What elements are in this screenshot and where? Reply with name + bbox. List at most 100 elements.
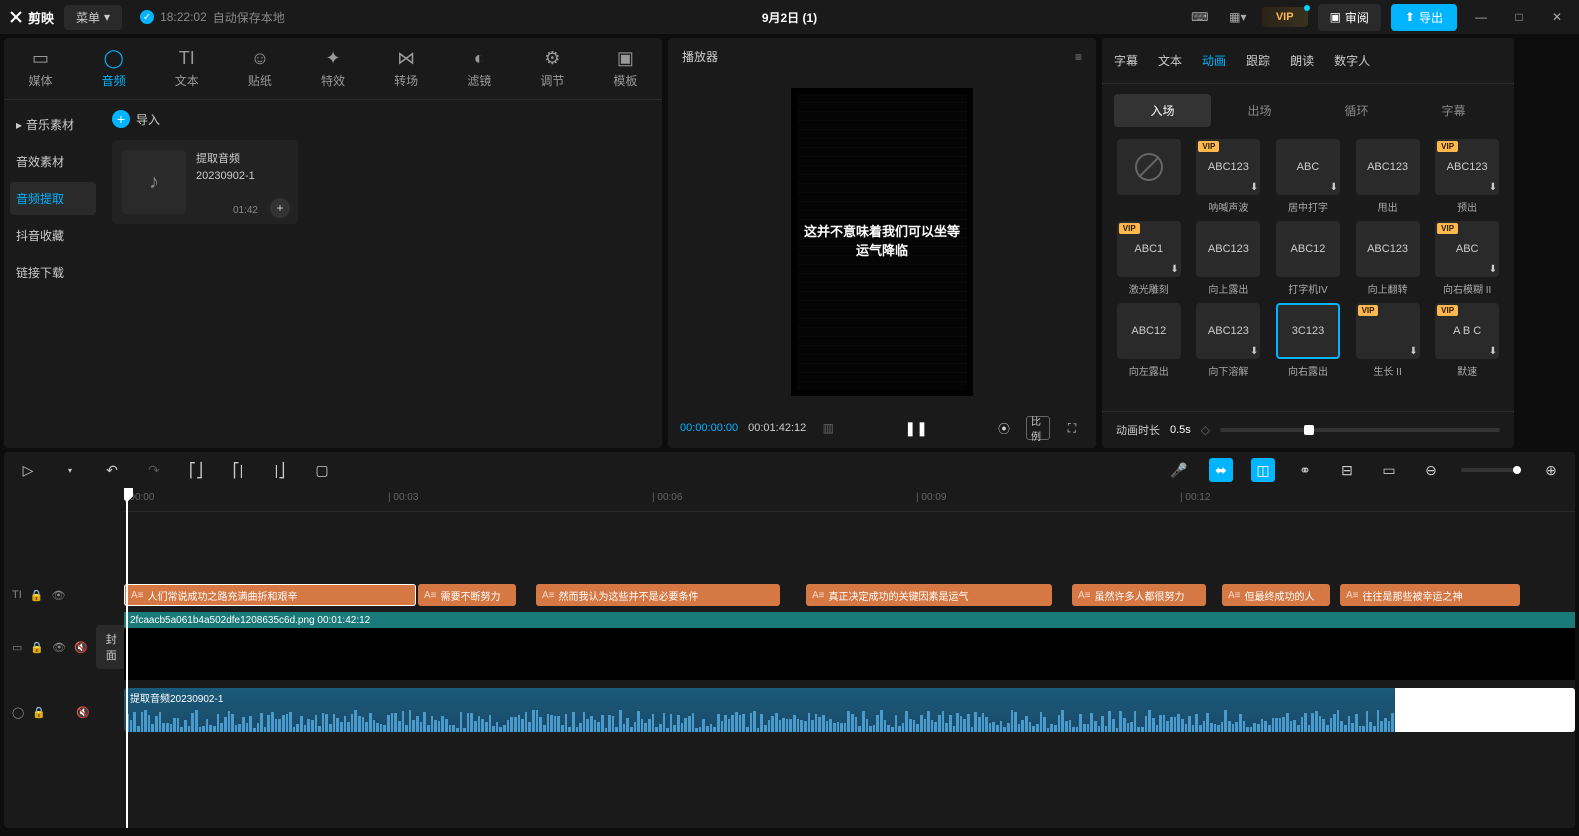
inspector-tab-3[interactable]: 跟踪 xyxy=(1246,46,1270,75)
top-tab-8[interactable]: ▣模板 xyxy=(589,44,662,93)
preview-icon[interactable]: ▭ xyxy=(1377,458,1401,482)
text-track[interactable]: A≡人们常说成功之路充满曲折和艰辛A≡需要不断努力 A≡然而我认为这些并不是必要条… xyxy=(124,580,1575,610)
text-clip[interactable]: A≡真正决定成功的关键因素是运气 xyxy=(806,584,1052,606)
lock-icon[interactable]: 🔒 xyxy=(30,641,44,654)
top-tab-3[interactable]: ☺贴纸 xyxy=(223,44,296,93)
top-tab-0[interactable]: ▭媒体 xyxy=(4,44,77,93)
anim-subtab-3[interactable]: 字幕 xyxy=(1405,94,1502,127)
mute-icon[interactable]: 🔇 xyxy=(76,706,90,719)
delete-tool[interactable]: ▢ xyxy=(310,458,334,482)
layout-icon[interactable]: ▦▾ xyxy=(1224,6,1252,28)
player-viewport[interactable]: 这并不意味着我们可以坐等运气降临 xyxy=(668,75,1096,408)
sidebar-item-4[interactable]: 链接下载 xyxy=(10,256,96,289)
zoom-fit-icon[interactable]: ⊕ xyxy=(1539,458,1563,482)
snapshot-icon[interactable]: ⦿ xyxy=(992,416,1016,440)
anim-thumb[interactable]: ABC123 xyxy=(1356,221,1420,277)
top-tab-7[interactable]: ⚙调节 xyxy=(516,44,589,93)
top-tab-5[interactable]: ⋈转场 xyxy=(370,44,443,93)
ratio-button[interactable]: 比例 xyxy=(1026,416,1050,440)
sidebar-item-3[interactable]: 抖音收藏 xyxy=(10,219,96,252)
anim-thumb[interactable]: ABC1VIP⬇ xyxy=(1117,221,1181,277)
inspector-tab-4[interactable]: 朗读 xyxy=(1290,46,1314,75)
zoom-slider[interactable] xyxy=(1461,468,1521,472)
anim-thumb[interactable]: ABC⬇ xyxy=(1276,139,1340,195)
text-clip[interactable]: A≡但最终成功的人 xyxy=(1222,584,1330,606)
stepper-icon[interactable]: ◇ xyxy=(1201,423,1210,437)
video-track[interactable]: 2fcaacb5a061b4a502dfe1208635c6d.png 00:0… xyxy=(124,610,1575,684)
split-right-tool[interactable]: |⎦ xyxy=(268,458,292,482)
playhead[interactable] xyxy=(126,488,128,828)
anim-subtab-2[interactable]: 循环 xyxy=(1308,94,1405,127)
ruler[interactable]: | 00:00| 00:03| 00:06| 00:09| 00:12 xyxy=(124,488,1575,512)
sidebar-item-2[interactable]: 音频提取 xyxy=(10,182,96,215)
anim-thumb[interactable]: ABC12 xyxy=(1276,221,1340,277)
close-button[interactable]: ✕ xyxy=(1543,6,1571,28)
anim-thumb[interactable] xyxy=(1117,139,1181,195)
align-icon[interactable]: ⊟ xyxy=(1335,458,1359,482)
audio-clip[interactable]: 提取音频20230902-1 xyxy=(124,688,1575,732)
anim-thumb[interactable]: ABC123⬇ xyxy=(1196,303,1260,359)
mute-icon[interactable]: 🔇 xyxy=(74,641,88,654)
link-icon[interactable]: ⚭ xyxy=(1293,458,1317,482)
sidebar-item-1[interactable]: 音效素材 xyxy=(10,145,96,178)
video-clip[interactable] xyxy=(124,628,1575,680)
audio-track-icon[interactable]: ◯ xyxy=(12,706,24,719)
text-track-icon[interactable]: TI xyxy=(12,589,22,601)
lock-icon[interactable]: 🔒 xyxy=(32,706,46,719)
text-clip[interactable]: A≡人们常说成功之路充满曲折和艰辛 xyxy=(124,584,416,606)
vip-button[interactable]: VIP xyxy=(1262,7,1308,27)
anim-thumb[interactable]: ABC123 xyxy=(1196,221,1260,277)
inspector-tab-5[interactable]: 数字人 xyxy=(1334,46,1370,75)
anim-thumb[interactable]: ABC12 xyxy=(1117,303,1181,359)
text-clip[interactable]: A≡然而我认为这些并不是必要条件 xyxy=(536,584,780,606)
mic-icon[interactable]: 🎤 xyxy=(1167,458,1191,482)
player-menu-icon[interactable]: ≡ xyxy=(1075,50,1082,64)
sidebar-item-0[interactable]: ▸ 音乐素材 xyxy=(10,108,96,141)
top-tab-6[interactable]: ◐滤镜 xyxy=(443,44,516,93)
cover-button[interactable]: 封面 xyxy=(96,625,127,669)
eye-icon[interactable]: 👁 xyxy=(51,589,65,602)
split-left-tool[interactable]: ⎡| xyxy=(226,458,250,482)
media-card[interactable]: ♪ 提取音频 20230902-1 01:42 + xyxy=(112,140,298,224)
compare-icon[interactable]: ▥ xyxy=(816,416,840,440)
split-tool[interactable]: ⎡⎦ xyxy=(184,458,208,482)
anim-thumb[interactable]: ABCVIP⬇ xyxy=(1435,221,1499,277)
anim-subtab-1[interactable]: 出场 xyxy=(1211,94,1308,127)
duration-slider[interactable] xyxy=(1220,428,1500,432)
inspector-tab-2[interactable]: 动画 xyxy=(1202,46,1226,75)
text-clip[interactable]: A≡往往是那些被幸运之神 xyxy=(1340,584,1520,606)
link-preview-icon[interactable]: ◫ xyxy=(1251,458,1275,482)
redo-button[interactable]: ↷ xyxy=(142,458,166,482)
eye-icon[interactable]: 👁 xyxy=(52,641,66,654)
anim-thumb[interactable]: A B CVIP⬇ xyxy=(1435,303,1499,359)
menu-button[interactable]: 菜单 ▾ xyxy=(64,5,122,30)
inspector-tab-1[interactable]: 文本 xyxy=(1158,46,1182,75)
magnet-icon[interactable]: ⬌ xyxy=(1209,458,1233,482)
review-button[interactable]: ▣ 审阅 xyxy=(1318,4,1381,31)
undo-button[interactable]: ↶ xyxy=(100,458,124,482)
anim-thumb[interactable]: 3C123 xyxy=(1276,303,1340,359)
keyboard-icon[interactable]: ⌨ xyxy=(1186,6,1214,28)
anim-thumb[interactable]: ABC123VIP⬇ xyxy=(1435,139,1499,195)
pointer-dropdown[interactable]: ▾ xyxy=(58,458,82,482)
lock-icon[interactable]: 🔒 xyxy=(30,589,44,602)
timeline-body[interactable]: | 00:00| 00:03| 00:06| 00:09| 00:12 A≡人们… xyxy=(124,488,1575,828)
zoom-out-icon[interactable]: ⊖ xyxy=(1419,458,1443,482)
video-track-icon[interactable]: ▭ xyxy=(12,641,22,654)
pause-button[interactable]: ❚❚ xyxy=(904,416,928,440)
import-button[interactable]: + 导入 xyxy=(112,110,160,128)
anim-thumb[interactable]: ABC123VIP⬇ xyxy=(1196,139,1260,195)
text-clip[interactable]: A≡需要不断努力 xyxy=(418,584,516,606)
export-button[interactable]: ⬆ 导出 xyxy=(1391,4,1457,31)
top-tab-2[interactable]: TI文本 xyxy=(150,44,223,93)
maximize-button[interactable]: □ xyxy=(1505,6,1533,28)
anim-thumb[interactable]: VIP⬇ xyxy=(1356,303,1420,359)
anim-thumb[interactable]: ABC123 xyxy=(1356,139,1420,195)
text-clip[interactable]: A≡虽然许多人都很努力 xyxy=(1072,584,1206,606)
top-tab-1[interactable]: ◯音频 xyxy=(77,44,150,93)
minimize-button[interactable]: — xyxy=(1467,6,1495,28)
add-media-button[interactable]: + xyxy=(270,198,290,218)
audio-track[interactable]: 提取音频20230902-1 xyxy=(124,684,1575,740)
pointer-tool[interactable]: ▷ xyxy=(16,458,40,482)
top-tab-4[interactable]: ✦特效 xyxy=(296,44,369,93)
